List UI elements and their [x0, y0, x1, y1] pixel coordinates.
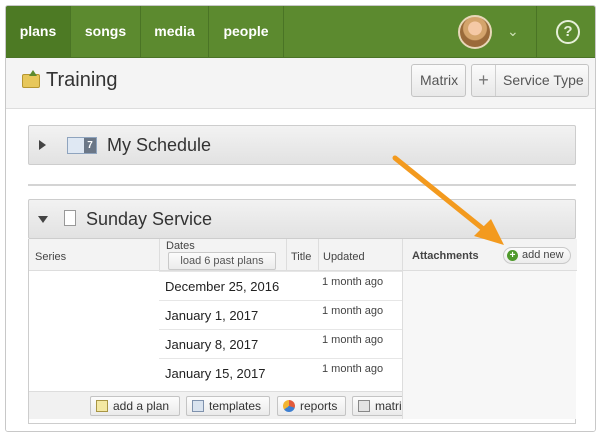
sunday-service-section[interactable]: Sunday Service — [28, 199, 576, 239]
page-title: Training — [46, 69, 118, 91]
add-plan-icon — [96, 400, 108, 412]
load-past-plans-button[interactable]: load 6 past plans — [168, 252, 276, 270]
plan-updated: 1 month ago — [322, 305, 384, 317]
add-plan-button[interactable]: add a plan — [90, 396, 180, 416]
toolbar-matrix-button[interactable]: matri — [352, 396, 402, 416]
table-row[interactable]: January 8, 2017 1 month ago — [159, 329, 402, 358]
plans-table: Series Dates load 6 past plans Title Upd… — [28, 239, 577, 424]
nav-item-songs[interactable]: songs — [71, 6, 141, 57]
attachments-header: Attachments + add new — [403, 239, 577, 271]
plus-icon: + — [472, 65, 496, 96]
toolbar-matrix-label: matri — [375, 399, 402, 413]
add-circle-icon: + — [507, 250, 518, 261]
attachments-panel: Attachments + add new — [402, 239, 577, 419]
reports-button[interactable]: reports — [277, 396, 346, 416]
templates-button[interactable]: templates — [186, 396, 270, 416]
column-header-dates: Dates load 6 past plans — [159, 239, 286, 271]
help-icon[interactable]: ? — [556, 20, 580, 44]
dates-label: Dates — [166, 240, 195, 252]
table-row[interactable]: January 1, 2017 1 month ago — [159, 300, 402, 329]
matrix-icon — [358, 400, 370, 412]
app-window: plans songs media people ⌄ ? Training Ma… — [5, 5, 596, 432]
column-header-updated: Updated — [318, 239, 402, 271]
table-row[interactable]: January 15, 2017 1 month ago — [159, 358, 402, 387]
add-plan-label: add a plan — [113, 399, 170, 413]
plan-date[interactable]: January 1, 2017 — [165, 308, 258, 323]
templates-label: templates — [209, 399, 262, 413]
column-header-title: Title — [286, 239, 318, 271]
reports-label: reports — [300, 399, 338, 413]
nav-item-plans[interactable]: plans — [6, 6, 71, 57]
content-panel: 7 My Schedule Sunday Service Series Date… — [6, 108, 595, 431]
calendar-day-number: 7 — [84, 138, 96, 153]
top-nav: plans songs media people ⌄ ? — [6, 6, 595, 58]
table-row[interactable]: December 25, 2016 1 month ago — [159, 271, 402, 300]
section-title-sunday-service: Sunday Service — [86, 209, 213, 229]
divider — [28, 184, 576, 186]
matrix-button[interactable]: Matrix — [411, 64, 466, 97]
service-type-label: Service Type — [503, 72, 584, 88]
section-title-my-schedule: My Schedule — [107, 135, 212, 155]
plan-updated: 1 month ago — [322, 276, 384, 288]
service-type-button[interactable]: + Service Type — [471, 64, 589, 97]
nav-separator — [536, 6, 537, 57]
my-schedule-section[interactable]: 7 My Schedule — [28, 125, 576, 165]
collapse-arrow-icon[interactable] — [38, 216, 48, 223]
plan-updated: 1 month ago — [322, 334, 384, 346]
document-icon — [61, 210, 76, 232]
plan-date[interactable]: January 8, 2017 — [165, 337, 258, 352]
add-new-attachment-button[interactable]: + add new — [503, 247, 571, 264]
expand-arrow-icon[interactable] — [39, 140, 46, 150]
avatar[interactable] — [458, 15, 492, 49]
nav-item-media[interactable]: media — [141, 6, 209, 57]
add-new-label: add new — [522, 249, 564, 261]
nav-item-people[interactable]: people — [209, 6, 284, 57]
plan-toolbar: add a plan templates reports matri — [29, 391, 402, 419]
templates-icon — [192, 400, 204, 412]
plan-updated: 1 month ago — [322, 363, 384, 375]
folder-icon — [22, 70, 40, 88]
calendar-icon: 7 — [67, 137, 97, 154]
plan-date[interactable]: December 25, 2016 — [165, 279, 279, 294]
attachments-label: Attachments — [412, 250, 479, 262]
chevron-down-icon[interactable]: ⌄ — [507, 6, 519, 57]
plan-date[interactable]: January 15, 2017 — [165, 366, 265, 381]
column-header-series: Series — [29, 239, 159, 271]
pie-chart-icon — [283, 400, 295, 412]
series-column — [29, 271, 159, 391]
